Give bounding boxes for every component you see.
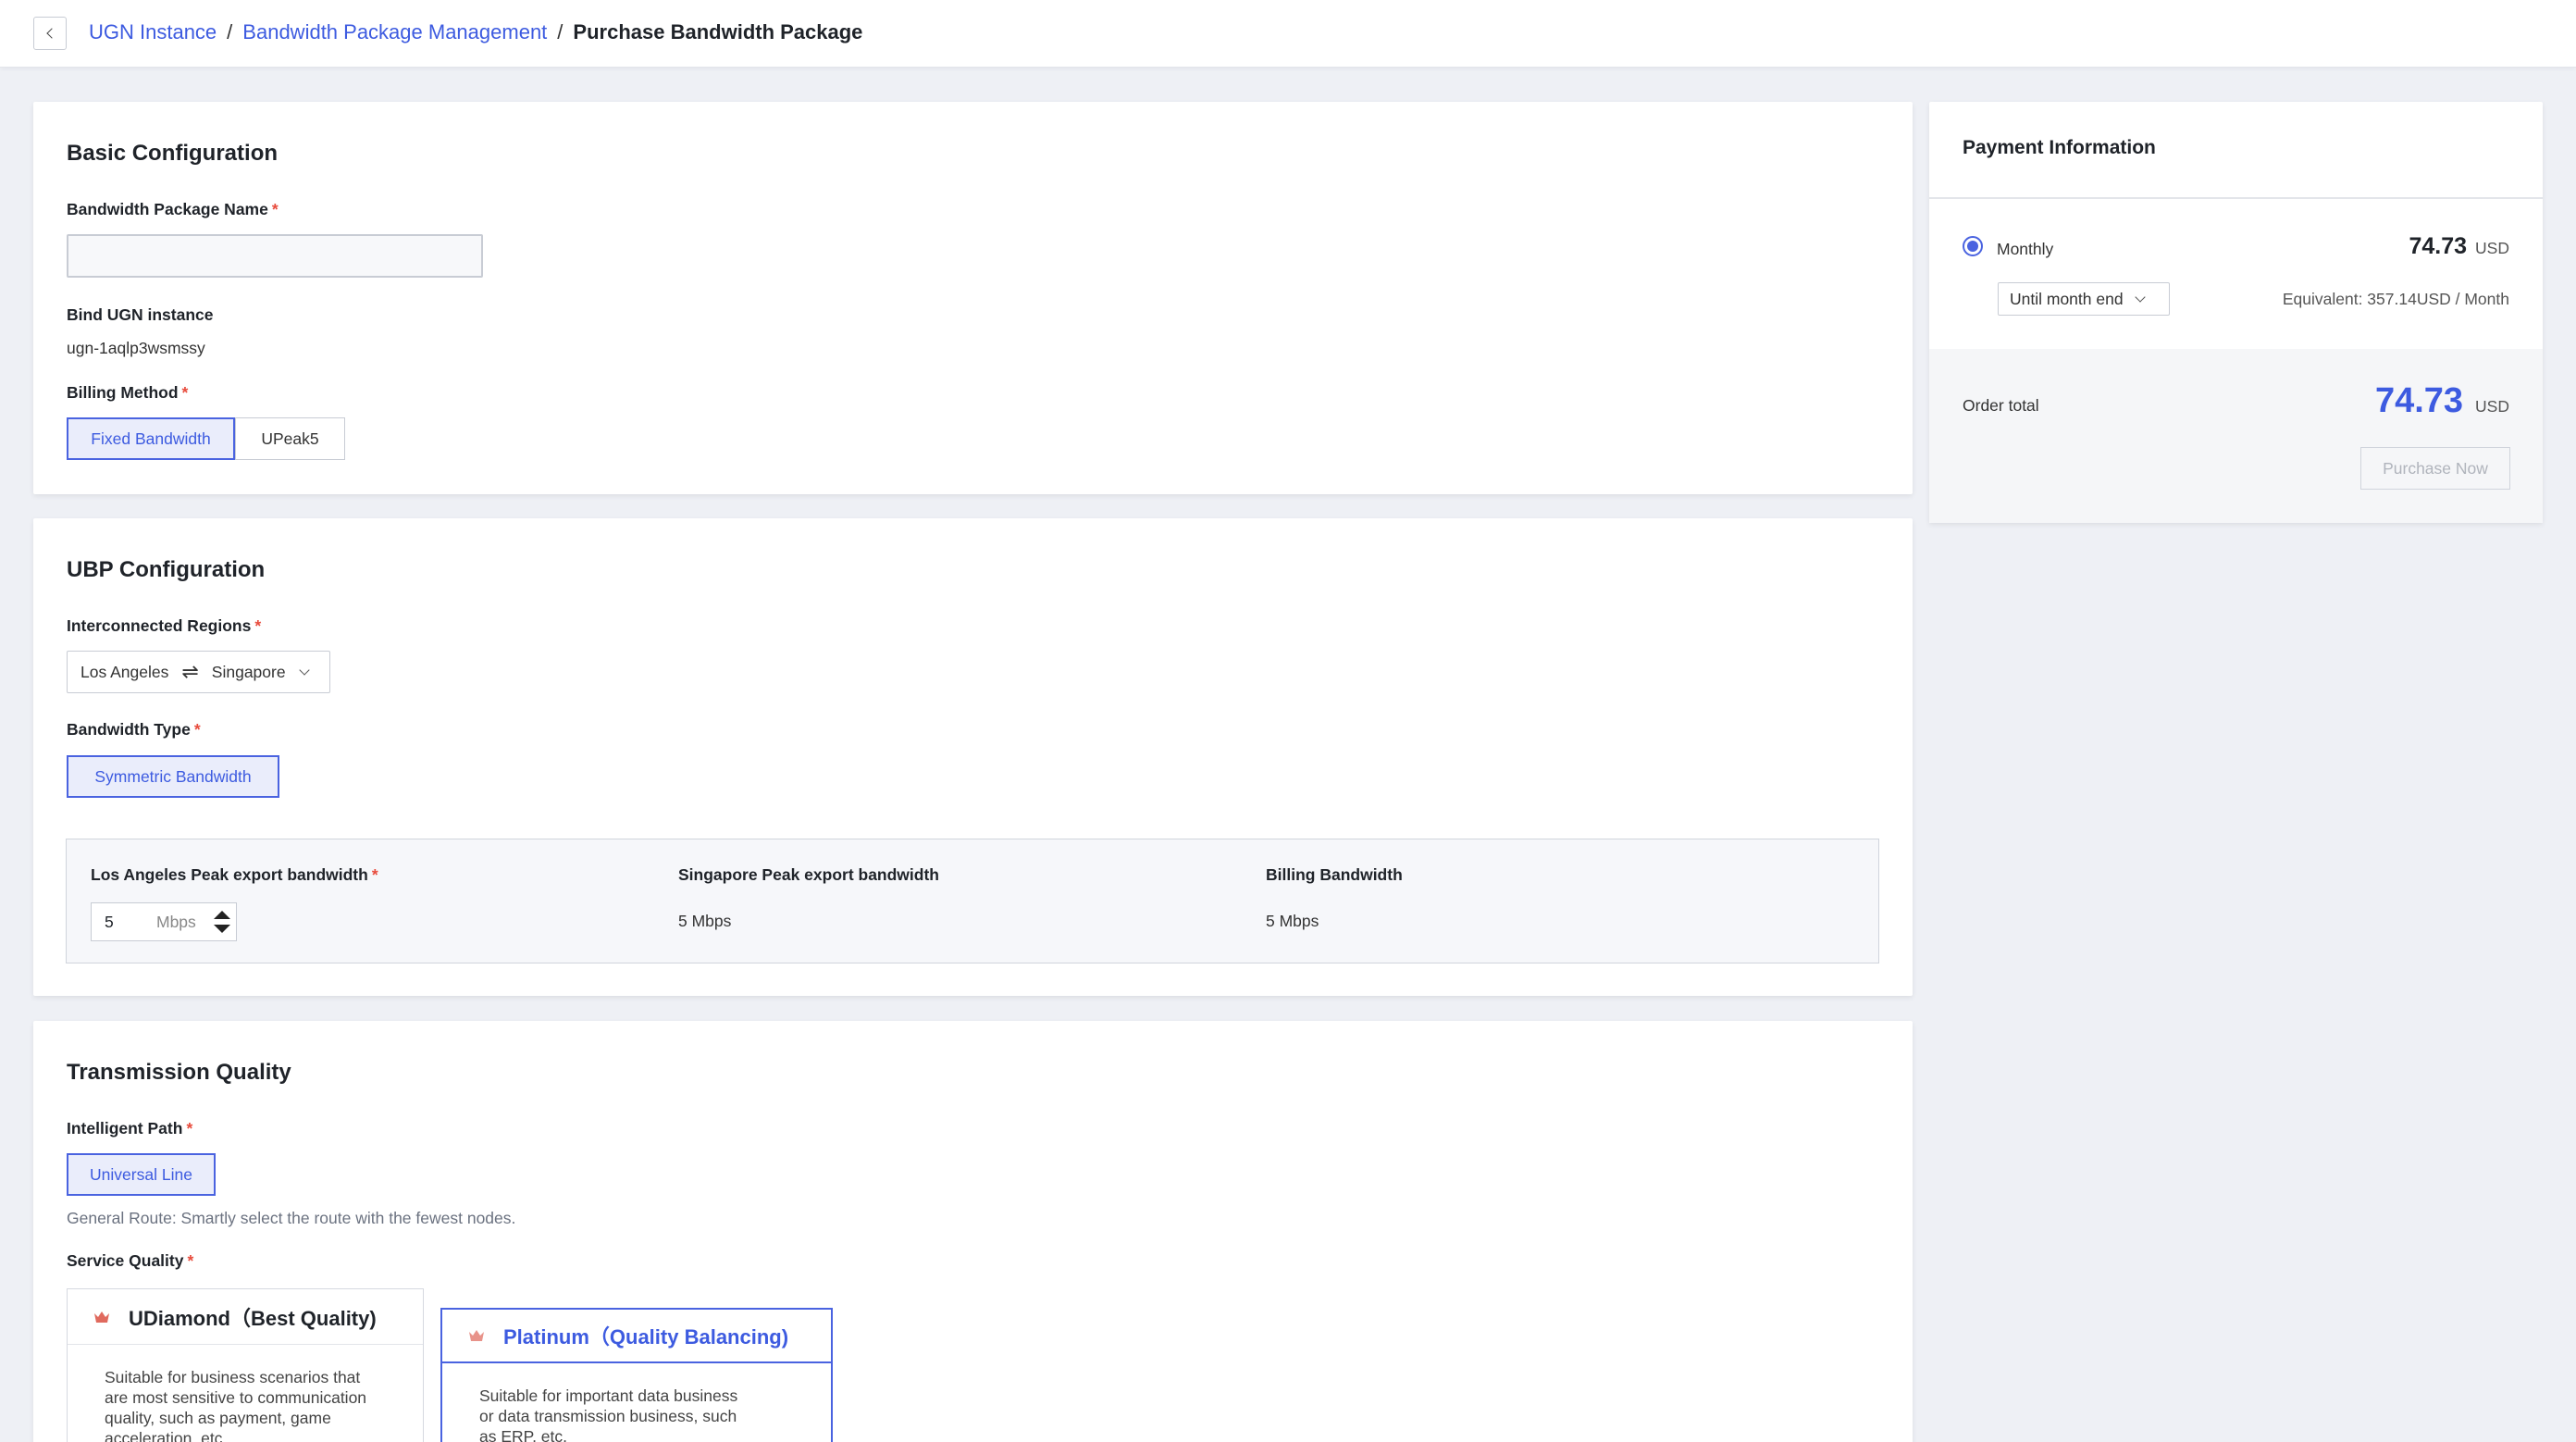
plan-name: Monthly [1997, 240, 2054, 258]
swap-arrows-icon: ⇌ [181, 660, 199, 683]
bind-ugn-label: Bind UGN instance [67, 305, 214, 324]
top-bar: UGN Instance / Bandwidth Package Managem… [0, 0, 2576, 68]
quality-udiamond-desc: Suitable for business scenarios that are… [105, 1368, 367, 1442]
quality-platinum-card[interactable]: Platinum（Quality Balancing) Suitable for… [440, 1308, 833, 1442]
chevron-down-icon [298, 664, 310, 676]
order-total-section [1929, 349, 2543, 523]
la-peak-stepper[interactable]: 5 Mbps [91, 902, 237, 941]
equivalent-price: Equivalent: 357.14USD / Month [2282, 290, 2509, 308]
stepper-arrows-icon[interactable] [206, 901, 238, 942]
payment-information-card: Payment Information Monthly 74.73 USD Un… [1929, 102, 2543, 523]
quality-platinum-header[interactable]: Platinum（Quality Balancing) [442, 1310, 831, 1363]
plan-price: 74.73 [2409, 233, 2468, 259]
monthly-radio[interactable] [1963, 236, 1983, 256]
plan-section [1929, 199, 2543, 349]
quality-udiamond-header[interactable]: UDiamond（Best Quality) [68, 1289, 423, 1345]
bind-ugn-value: ugn-1aqlp3wsmssy [67, 339, 205, 357]
regions-select[interactable]: Los Angeles ⇌ Singapore [67, 651, 330, 693]
package-name-input[interactable] [67, 234, 483, 278]
la-peak-label: Los Angeles Peak export bandwidth * [91, 865, 378, 884]
breadcrumb-separator: / [227, 20, 233, 44]
chevron-left-icon [45, 28, 57, 39]
bandwidth-type-label: Bandwidth Type * [67, 720, 201, 739]
breadcrumb-bandwidth-package-management[interactable]: Bandwidth Package Management [242, 20, 547, 44]
transmission-quality-title: Transmission Quality [67, 1060, 291, 1085]
path-hint: General Route: Smartly select the route … [67, 1209, 516, 1227]
quality-udiamond-name: UDiamond（Best Quality) [129, 1306, 377, 1330]
quality-udiamond-card[interactable]: UDiamond（Best Quality) Suitable for busi… [67, 1288, 424, 1442]
basic-configuration-title: Basic Configuration [67, 141, 279, 166]
plan-currency: USD [2475, 239, 2509, 257]
quality-platinum-name: Platinum（Quality Balancing) [503, 1325, 789, 1349]
chevron-down-icon [2134, 291, 2146, 303]
symmetric-bandwidth-button[interactable]: Symmetric Bandwidth [67, 755, 279, 798]
order-total-currency: USD [2475, 397, 2509, 416]
billing-bandwidth-label: Billing Bandwidth [1266, 865, 1403, 884]
quality-platinum-desc: Suitable for important data business or … [479, 1386, 738, 1442]
region-b: Singapore [211, 662, 286, 681]
bandwidth-details-box: Los Angeles Peak export bandwidth * 5 Mbp… [66, 839, 1879, 963]
universal-line-button[interactable]: Universal Line [67, 1153, 216, 1196]
region-a: Los Angeles [80, 662, 169, 681]
duration-select[interactable]: Until month end [1998, 282, 2170, 316]
sg-peak-value: 5 Mbps [678, 912, 732, 930]
transmission-quality-card: Transmission Quality Intelligent Path * U… [33, 1021, 1913, 1442]
order-total-amount: 74.73 [2374, 381, 2464, 420]
breadcrumb-ugn-instance[interactable]: UGN Instance [89, 20, 217, 44]
la-peak-unit: Mbps [156, 912, 196, 931]
ubp-configuration-title: UBP Configuration [67, 557, 266, 582]
crown-icon [94, 1311, 109, 1323]
page-title: Purchase Bandwidth Package [573, 20, 863, 44]
crown-icon [469, 1330, 484, 1341]
interconnected-regions-label: Interconnected Regions * [67, 616, 262, 635]
purchase-now-button[interactable]: Purchase Now [2360, 447, 2510, 490]
plan-price-row: 74.73 USD [2409, 233, 2509, 260]
order-total-label: Order total [1963, 396, 2039, 415]
duration-value: Until month end [2010, 289, 2124, 308]
breadcrumb-separator: / [557, 20, 564, 44]
service-quality-label: Service Quality * [67, 1251, 194, 1270]
radio-selected-dot [1967, 241, 1978, 252]
sg-peak-label: Singapore Peak export bandwidth [678, 865, 939, 884]
breadcrumb: UGN Instance / Bandwidth Package Managem… [89, 20, 862, 44]
payment-information-title: Payment Information [1963, 137, 2156, 158]
billing-fixed-bandwidth-button[interactable]: Fixed Bandwidth [67, 417, 235, 460]
billing-method-label: Billing Method * [67, 383, 189, 402]
intelligent-path-label: Intelligent Path * [67, 1119, 193, 1137]
billing-bandwidth-value: 5 Mbps [1266, 912, 1319, 930]
basic-configuration-card: Basic Configuration Bandwidth Package Na… [33, 102, 1913, 494]
package-name-label: Bandwidth Package Name * [67, 200, 279, 218]
increment-icon[interactable] [214, 911, 230, 919]
back-button[interactable] [33, 17, 67, 50]
order-total-row: 74.73 USD [2375, 381, 2509, 421]
la-peak-value[interactable]: 5 [105, 913, 114, 932]
decrement-icon[interactable] [214, 925, 230, 933]
billing-upeak5-button[interactable]: UPeak5 [235, 417, 345, 460]
